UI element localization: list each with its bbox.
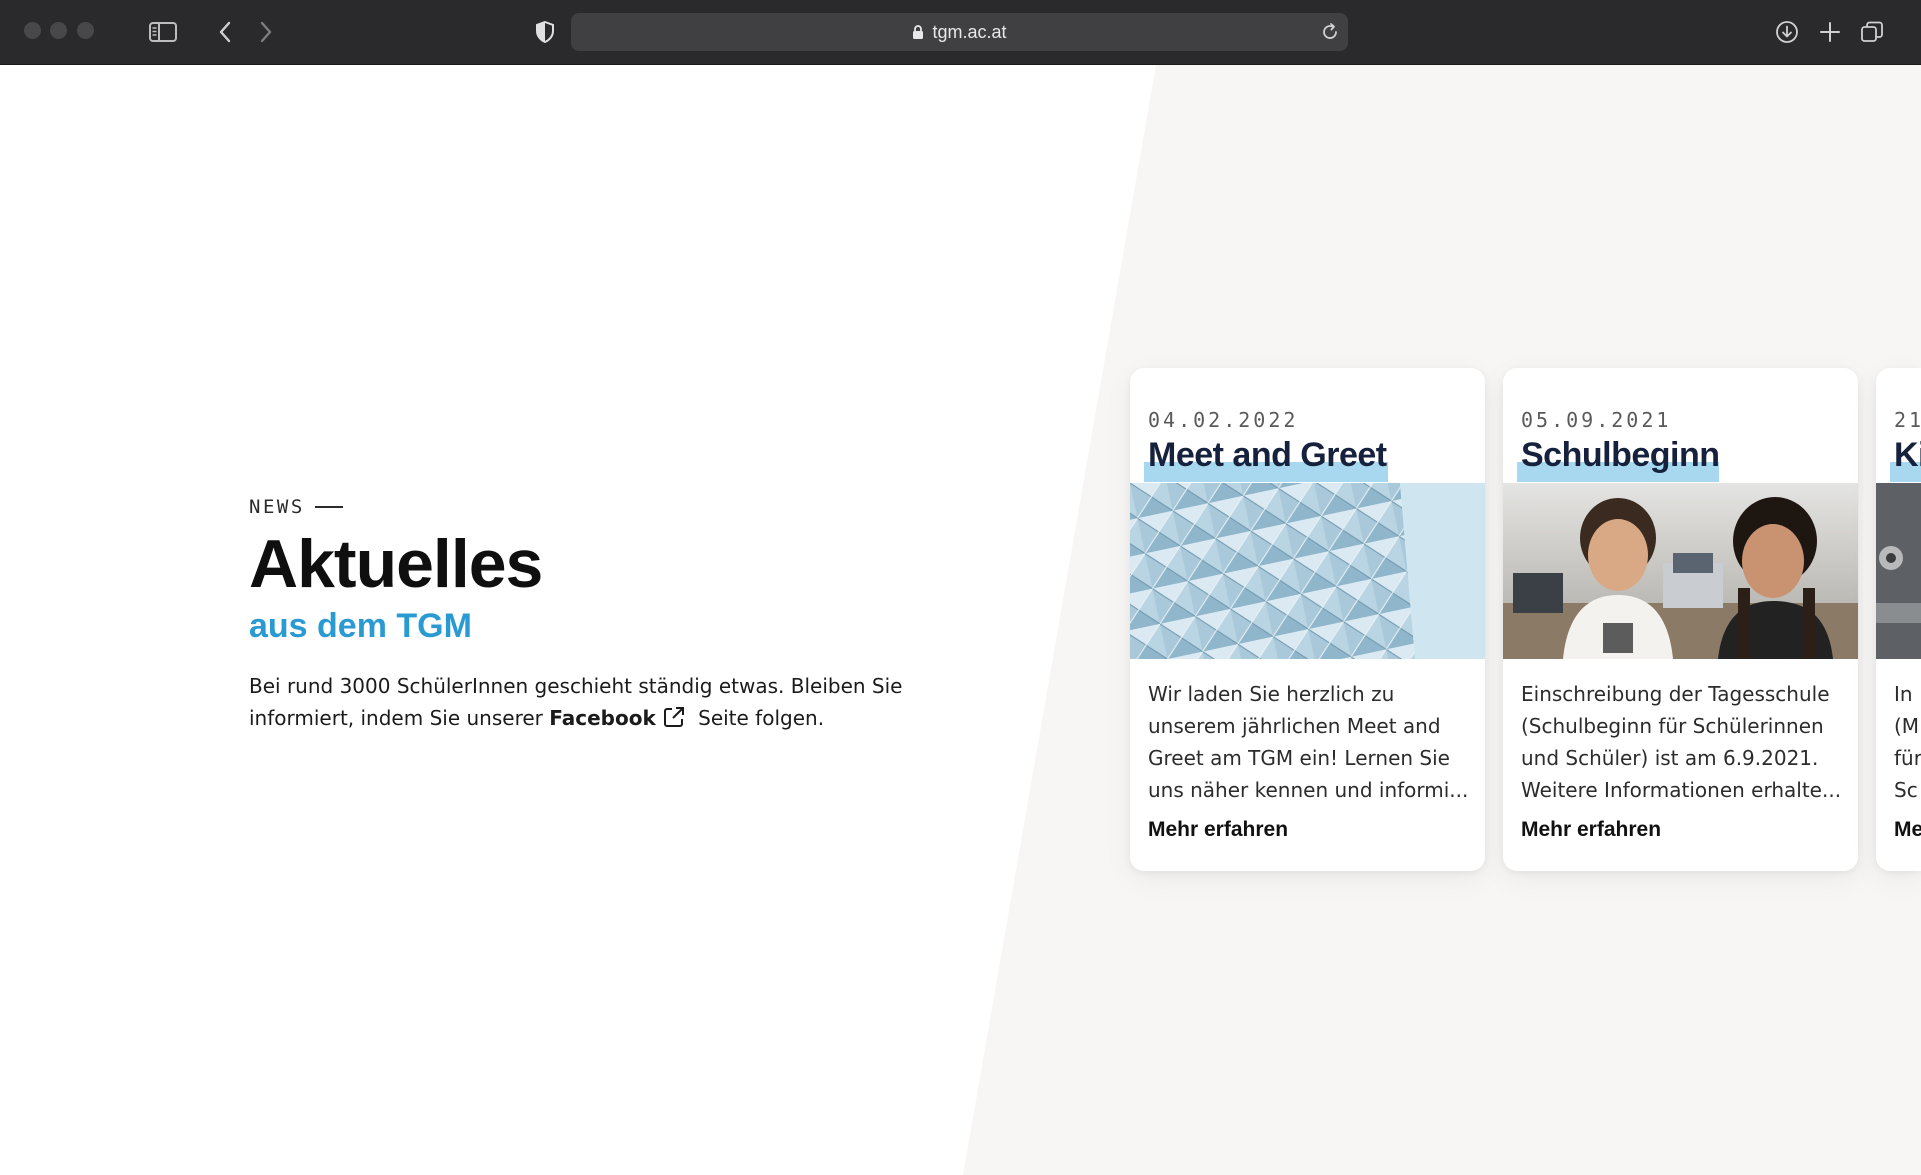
- card-date: 05.09.2021: [1521, 408, 1672, 432]
- privacy-shield-icon[interactable]: [525, 12, 565, 52]
- news-card-partial[interactable]: 21 Ki In (M für Sc Me: [1876, 368, 1921, 871]
- card-date: 04.02.2022: [1148, 408, 1299, 432]
- new-tab-icon[interactable]: [1810, 12, 1850, 52]
- intro-text: Bei rund 3000 SchülerInnen geschieht stä…: [249, 674, 903, 730]
- address-bar[interactable]: tgm.ac.at: [571, 13, 1348, 51]
- card-excerpt: Einschreibung der Tagesschule (Schulbegi…: [1521, 682, 1842, 802]
- card-excerpt: In (M für Sc: [1894, 682, 1921, 802]
- zoom-window-dot[interactable]: [77, 22, 94, 39]
- url-text: tgm.ac.at: [932, 21, 1007, 42]
- section-eyebrow: NEWS: [249, 496, 949, 518]
- page-subtitle: aus dem TGM: [249, 607, 472, 645]
- news-intro: NEWS Aktuelles aus dem TGM Bei rund 3000…: [249, 496, 949, 734]
- downloads-icon[interactable]: [1767, 12, 1807, 52]
- back-icon[interactable]: [205, 12, 245, 52]
- read-more-link[interactable]: Mehr erfahren: [1521, 818, 1661, 842]
- external-link-icon: [663, 707, 684, 727]
- card-title: Schulbeginn: [1521, 436, 1720, 474]
- card-date: 21: [1894, 408, 1921, 432]
- close-window-dot[interactable]: [24, 22, 41, 39]
- reload-icon[interactable]: [1320, 22, 1340, 46]
- news-card[interactable]: 04.02.2022 Meet and Greet Wir laden Sie …: [1130, 368, 1485, 871]
- eyebrow-dash: [314, 506, 343, 508]
- facebook-link[interactable]: Facebook: [549, 706, 692, 730]
- sidebar-toggle-icon[interactable]: [143, 12, 183, 52]
- read-more-link[interactable]: Me: [1894, 818, 1921, 842]
- tab-overview-icon[interactable]: [1852, 12, 1892, 52]
- minimize-window-dot[interactable]: [50, 22, 67, 39]
- card-title: Ki: [1894, 436, 1921, 474]
- lock-icon: [913, 24, 924, 39]
- page-content: NEWS Aktuelles aus dem TGM Bei rund 3000…: [0, 65, 1921, 1175]
- forward-icon[interactable]: [246, 12, 286, 52]
- card-image-building-facade: [1130, 483, 1485, 659]
- browser-toolbar: tgm.ac.at: [0, 0, 1921, 65]
- card-title: Meet and Greet: [1148, 436, 1387, 474]
- page-title: Aktuelles: [249, 526, 543, 602]
- read-more-link[interactable]: Mehr erfahren: [1148, 818, 1288, 842]
- card-image-machine: [1876, 483, 1921, 659]
- news-card[interactable]: 05.09.2021 Schulbeginn Einschreibung der…: [1503, 368, 1858, 871]
- card-excerpt: Wir laden Sie herzlich zu unserem jährli…: [1148, 682, 1469, 802]
- card-image-students: [1503, 483, 1858, 659]
